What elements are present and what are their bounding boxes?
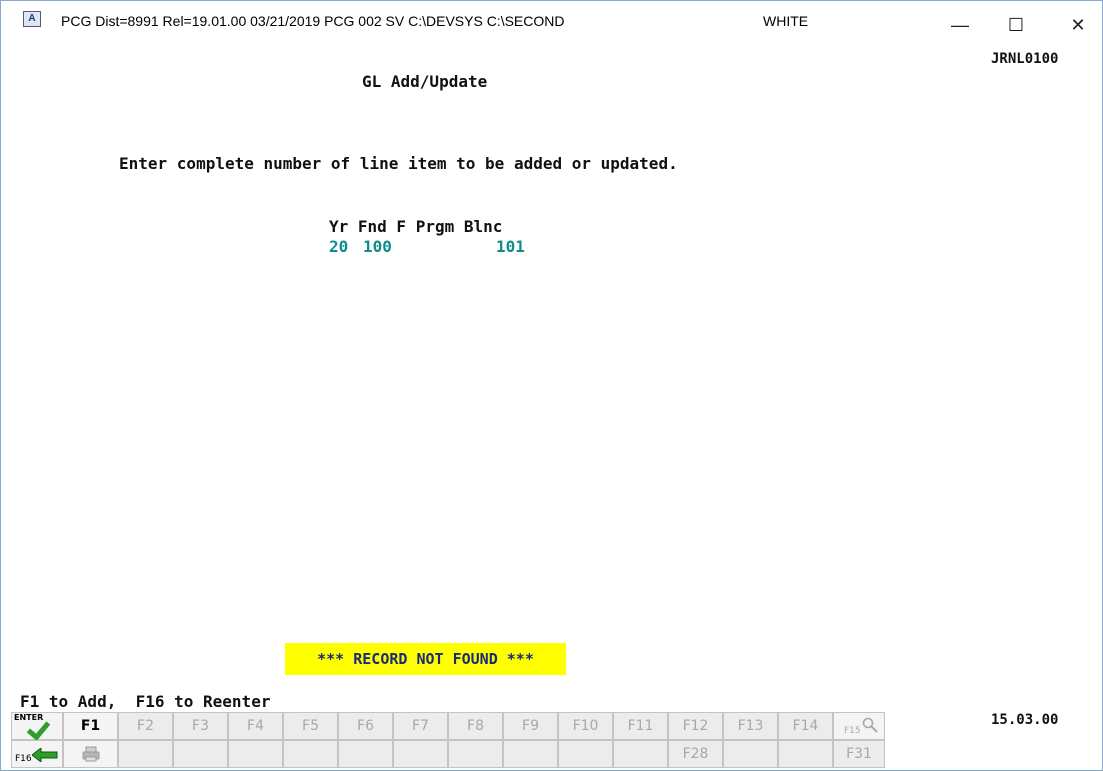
f10-key[interactable]: F10 (558, 712, 613, 740)
f12-key[interactable]: F12 (668, 712, 723, 740)
f1-key[interactable]: F1 (63, 712, 118, 740)
enter-key[interactable]: ENTER (11, 712, 63, 741)
clock: 15.03.00 (991, 712, 1059, 728)
f9-key[interactable]: F9 (503, 712, 558, 740)
f15-key-label: F15 (844, 726, 861, 736)
f4-key[interactable]: F4 (228, 712, 283, 740)
empty-key (173, 740, 228, 768)
printer-icon (82, 746, 100, 762)
f5-key[interactable]: F5 (283, 712, 338, 740)
function-prompt: F1 to Add, F16 to Reenter (20, 692, 271, 711)
f16-key-label: F16 (15, 754, 32, 764)
empty-key (283, 740, 338, 768)
empty-key (503, 740, 558, 768)
app-icon: A (23, 11, 41, 27)
f14-key[interactable]: F14 (778, 712, 833, 740)
f31-key[interactable]: F31 (833, 740, 885, 768)
f8-key[interactable]: F8 (448, 712, 503, 740)
empty-key (118, 740, 173, 768)
print-key[interactable] (63, 740, 118, 768)
f28-key[interactable]: F28 (668, 740, 723, 768)
empty-key (448, 740, 503, 768)
empty-key (338, 740, 393, 768)
page-title: GL Add/Update (362, 72, 488, 91)
title-bar: A PCG Dist=8991 Rel=19.01.00 03/21/2019 … (1, 1, 1102, 35)
f3-key[interactable]: F3 (173, 712, 228, 740)
instruction-text: Enter complete number of line item to be… (119, 154, 678, 173)
blnc-field[interactable]: 101 (496, 237, 525, 256)
fnd-field[interactable]: 100 (363, 237, 392, 256)
f13-key[interactable]: F13 (723, 712, 778, 740)
empty-key (393, 740, 448, 768)
green-back-arrow-icon (32, 748, 58, 762)
window-user: WHITE (763, 13, 809, 29)
screen-id: JRNL0100 (991, 51, 1059, 67)
magnifier-icon (862, 717, 878, 733)
f11-key[interactable]: F11 (613, 712, 668, 740)
yr-field[interactable]: 20 (329, 237, 348, 256)
maximize-button[interactable]: ☐ (996, 11, 1036, 39)
empty-key (778, 740, 833, 768)
f16-key[interactable]: F16 (11, 740, 63, 768)
terminal-window: A PCG Dist=8991 Rel=19.01.00 03/21/2019 … (0, 0, 1103, 771)
f2-key[interactable]: F2 (118, 712, 173, 740)
empty-key (228, 740, 283, 768)
status-message: *** RECORD NOT FOUND *** (285, 643, 566, 675)
window-title: PCG Dist=8991 Rel=19.01.00 03/21/2019 PC… (61, 13, 565, 29)
column-headers: Yr Fnd F Prgm Blnc (329, 217, 503, 236)
close-button[interactable]: ✕ (1058, 11, 1098, 39)
f7-key[interactable]: F7 (393, 712, 448, 740)
f6-key[interactable]: F6 (338, 712, 393, 740)
empty-key (723, 740, 778, 768)
empty-key (558, 740, 613, 768)
empty-key (613, 740, 668, 768)
f15-key[interactable]: F15 (833, 712, 885, 740)
minimize-button[interactable]: — (940, 11, 980, 39)
